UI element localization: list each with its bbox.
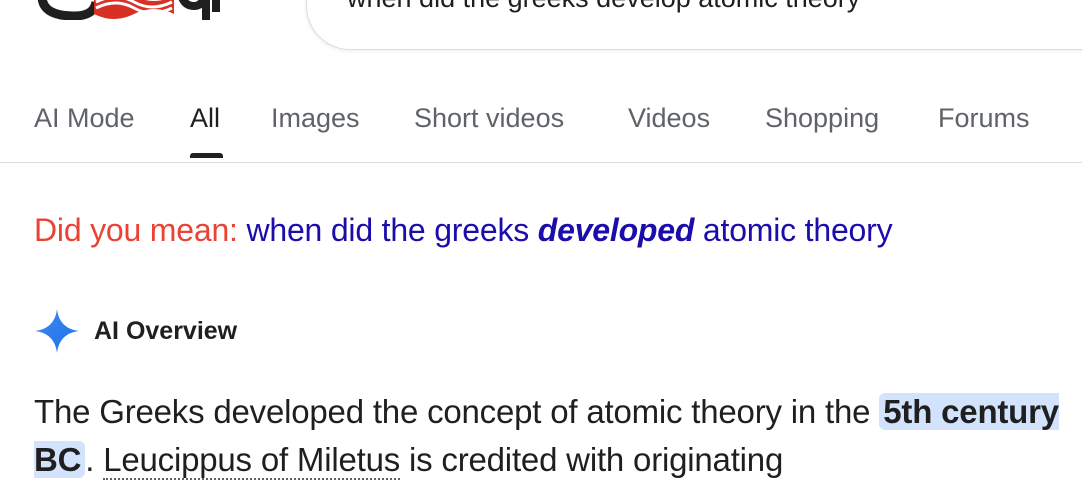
active-tab-indicator <box>190 153 223 158</box>
did-you-mean-suggestion-link[interactable]: when did the greeks developed atomic the… <box>246 212 892 248</box>
tab-ai-mode[interactable]: AI Mode <box>34 103 135 134</box>
ai-overview-text-start: The Greeks developed the concept of atom… <box>34 393 871 430</box>
ai-overview-text: The Greeks developed the concept of atom… <box>34 388 1064 484</box>
tab-videos[interactable]: Videos <box>628 103 710 134</box>
tab-shopping[interactable]: Shopping <box>765 103 879 134</box>
google-logo[interactable] <box>34 0 224 20</box>
suggestion-text-part2: atomic theory <box>702 212 893 248</box>
ai-sparkle-icon <box>35 309 79 353</box>
ai-overview-punctuation: . <box>85 441 95 478</box>
did-you-mean-label: Did you mean: <box>34 212 238 248</box>
tab-images[interactable]: Images <box>271 103 360 134</box>
leucippus-link[interactable]: Leucippus of Miletus <box>103 441 400 480</box>
suggestion-text-part1: when did the greeks <box>246 212 530 248</box>
suggestion-corrected-word: developed <box>537 212 695 248</box>
tab-short-videos[interactable]: Short videos <box>414 103 564 134</box>
ai-overview-title: AI Overview <box>94 316 238 345</box>
tab-all[interactable]: All <box>190 103 220 134</box>
search-query-text[interactable]: when did the greeks develop atomic theor… <box>347 0 860 14</box>
did-you-mean: Did you mean: when did the greeks develo… <box>34 212 893 249</box>
search-tabs: AI Mode All Images Short videos Videos S… <box>0 96 1082 163</box>
ai-overview-text-end: is credited with originating <box>409 441 784 478</box>
tab-forums[interactable]: Forums <box>938 103 1030 134</box>
search-box[interactable]: when did the greeks develop atomic theor… <box>306 0 1082 50</box>
ai-overview-header: AI Overview <box>34 307 237 355</box>
